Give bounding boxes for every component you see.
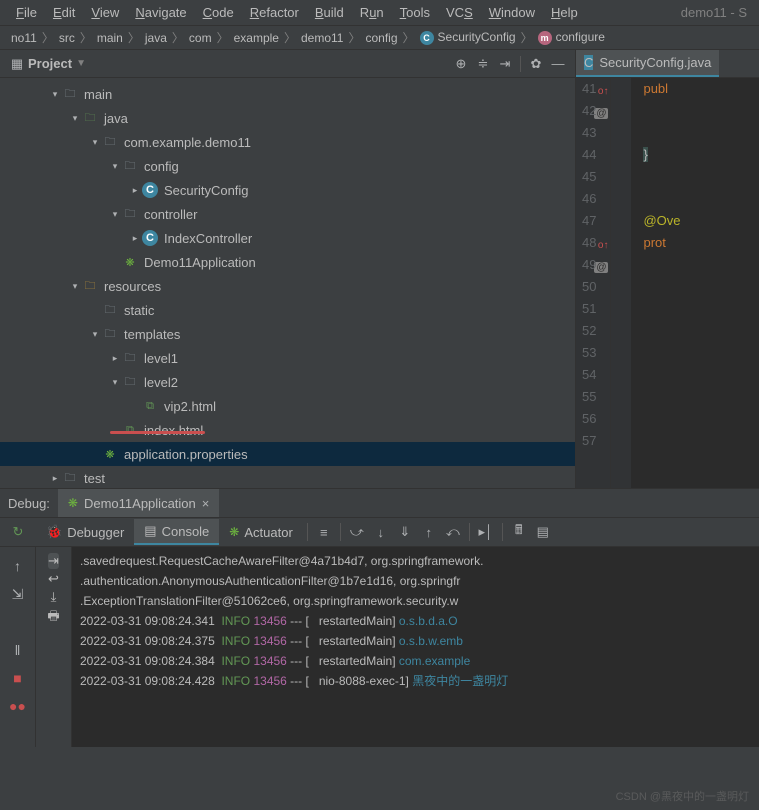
spring-icon: ❋ <box>68 496 78 510</box>
crumb[interactable]: java <box>142 31 170 45</box>
menu-window[interactable]: Window <box>481 3 543 22</box>
hide-icon[interactable]: — <box>547 53 569 75</box>
editor-code[interactable]: publ}@Oveprot <box>611 78 692 488</box>
tree-item[interactable]: ▸🗀level1 <box>0 346 575 370</box>
force-step-into-icon[interactable]: ⇓ <box>393 520 417 544</box>
rerun-icon[interactable]: ↻ <box>6 520 30 544</box>
editor: C SecurityConfig.java 41o↑ @424344454647… <box>576 50 759 488</box>
project-tool-window: ▦ Project ▼ ⊕ ≑ ⇥ ✿ — ▾🗀main▾🗀java▾🗀com.… <box>0 50 576 488</box>
project-view-icon[interactable]: ▦ <box>6 53 28 75</box>
class-icon: C <box>420 31 434 45</box>
step-into-icon[interactable]: ↓ <box>369 520 393 544</box>
editor-tab-label: SecurityConfig.java <box>599 55 711 70</box>
bug-icon: 🐞 <box>46 524 62 540</box>
crumb[interactable]: demo11 <box>298 31 346 45</box>
tree-item[interactable]: ▾🗀config <box>0 154 575 178</box>
step-out-icon[interactable]: ↑ <box>417 520 441 544</box>
watermark: CSDN @黑夜中的一盏明灯 <box>616 788 749 804</box>
step-icon[interactable]: ⇥ <box>48 553 59 569</box>
console-output[interactable]: .savedrequest.RequestCacheAwareFilter@4a… <box>72 547 759 747</box>
menu-edit[interactable]: Edit <box>45 3 83 22</box>
tab-console[interactable]: ▤ Console <box>134 519 219 545</box>
editor-tab[interactable]: C SecurityConfig.java <box>576 50 719 77</box>
soft-wrap-icon[interactable]: ↩ <box>48 571 59 587</box>
attach-icon[interactable]: ⇲ <box>5 581 31 607</box>
tree-item[interactable]: ▸🗀test <box>0 466 575 488</box>
debug-tool-window: Debug: ❋ Demo11Application × ↻ 🐞 Debugge… <box>0 488 759 747</box>
tree-item[interactable]: ▾🗀resources <box>0 274 575 298</box>
tree-item[interactable]: ▾🗀templates <box>0 322 575 346</box>
up-arrow-icon[interactable]: ↑ <box>5 553 31 579</box>
tree-item[interactable]: ▾🗀main <box>0 82 575 106</box>
close-icon[interactable]: × <box>202 496 210 511</box>
evaluate-icon[interactable]: 🖩 <box>507 520 531 544</box>
tab-debugger[interactable]: 🐞 Debugger <box>36 520 134 544</box>
crumb[interactable]: CSecurityConfig <box>417 30 519 45</box>
tree-item[interactable]: ❋Demo11Application <box>0 250 575 274</box>
crumb[interactable]: com <box>186 31 215 45</box>
trace-icon[interactable]: ▤ <box>531 520 555 544</box>
run-to-cursor-icon[interactable]: ▸│ <box>474 520 498 544</box>
project-title[interactable]: Project <box>28 56 72 71</box>
crumb[interactable]: main <box>94 31 126 45</box>
class-icon: C <box>584 55 593 70</box>
tab-actuator[interactable]: ❋ Actuator <box>219 521 302 544</box>
menu-view[interactable]: View <box>83 3 127 22</box>
menu-vcs[interactable]: VCS <box>438 3 481 22</box>
breadcrumb: no11〉 src〉 main〉 java〉 com〉 example〉 dem… <box>0 26 759 50</box>
menu-tools[interactable]: Tools <box>392 3 438 22</box>
menu-code[interactable]: Code <box>195 3 242 22</box>
resume-icon[interactable] <box>5 609 31 635</box>
run-config-tab[interactable]: ❋ Demo11Application × <box>58 489 219 517</box>
tree-item[interactable]: ▸CSecurityConfig <box>0 178 575 202</box>
tree-item[interactable]: ❋application.properties <box>0 442 575 466</box>
menu-navigate[interactable]: Navigate <box>127 3 194 22</box>
pause-icon[interactable]: ‖ <box>5 637 31 663</box>
scroll-to-end-icon[interactable]: ⤓ <box>51 589 57 605</box>
menu-run[interactable]: Run <box>352 3 392 22</box>
crumb[interactable]: example <box>231 31 282 45</box>
tree-item[interactable]: ▾🗀controller <box>0 202 575 226</box>
menu-refactor[interactable]: Refactor <box>242 3 307 22</box>
tree-item[interactable]: 🗀static <box>0 298 575 322</box>
crumb[interactable]: config <box>362 31 400 45</box>
tree-item[interactable]: ⧉index.html <box>0 418 575 442</box>
menu-help[interactable]: Help <box>543 3 586 22</box>
method-icon: m <box>538 31 552 45</box>
drop-frame-icon[interactable]: ⤺ <box>441 520 465 544</box>
tree-item[interactable]: ▸CIndexController <box>0 226 575 250</box>
print-icon[interactable]: 🖶 <box>47 607 59 629</box>
tree-item[interactable]: ▾🗀com.example.demo11 <box>0 130 575 154</box>
menu-bar: File Edit View Navigate Code Refactor Bu… <box>0 0 759 26</box>
project-tree[interactable]: ▾🗀main▾🗀java▾🗀com.example.demo11▾🗀config… <box>0 78 575 488</box>
console-icon: ▤ <box>144 523 156 539</box>
step-over-icon[interactable]: ⤻ <box>345 520 369 544</box>
tree-item[interactable]: ⧉vip2.html <box>0 394 575 418</box>
crumb[interactable]: src <box>56 31 78 45</box>
tree-item[interactable]: ▾🗀level2 <box>0 370 575 394</box>
collapse-all-icon[interactable]: ⇥ <box>494 53 516 75</box>
editor-gutter[interactable]: 41o↑ @42434445464748o↑ @4950515253545556… <box>576 78 611 488</box>
locate-icon[interactable]: ⊕ <box>450 53 472 75</box>
console-side-toolbar: ⇥ ↩ ⤓ 🖶 <box>36 547 72 747</box>
app-title: demo11 - S <box>681 5 751 20</box>
spring-icon: ❋ <box>229 525 239 539</box>
stop-icon[interactable]: ■ <box>5 665 31 691</box>
breakpoints-icon[interactable]: ●● <box>5 693 31 719</box>
tree-item[interactable]: ▾🗀java <box>0 106 575 130</box>
crumb[interactable]: mconfigure <box>535 30 608 45</box>
crumb[interactable]: no11 <box>8 31 40 45</box>
menu-build[interactable]: Build <box>307 3 352 22</box>
threads-icon[interactable]: ≡ <box>312 520 336 544</box>
gear-icon[interactable]: ✿ <box>525 53 547 75</box>
debug-side-toolbar: ↑ ⇲ ‖ ■ ●● <box>0 547 36 747</box>
expand-all-icon[interactable]: ≑ <box>472 53 494 75</box>
menu-file[interactable]: File <box>8 3 45 22</box>
debug-label: Debug: <box>8 496 50 511</box>
